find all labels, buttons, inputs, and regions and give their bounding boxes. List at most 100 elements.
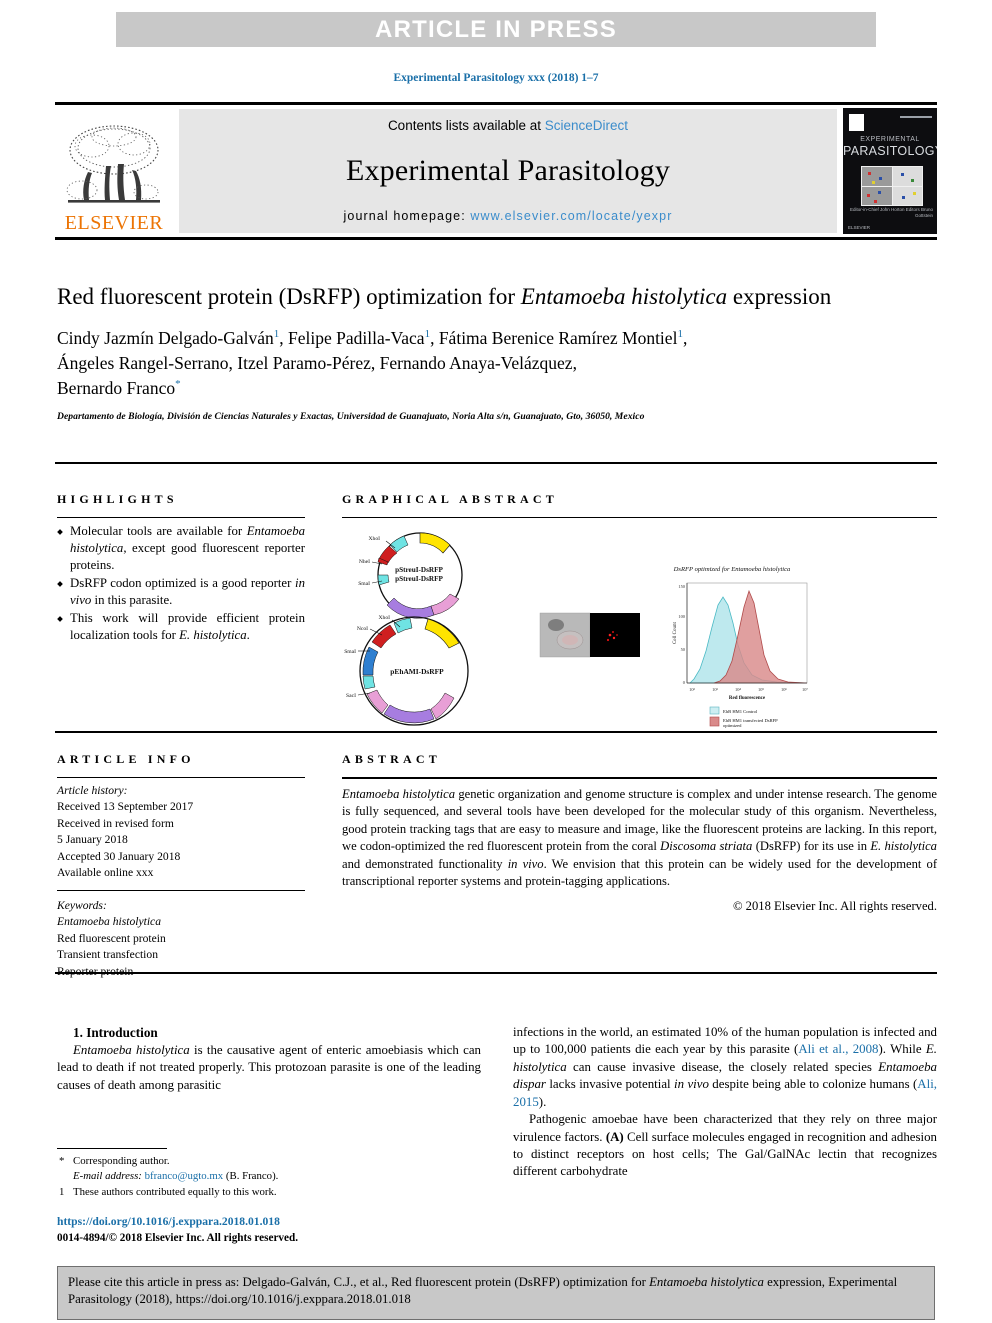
highlights-section: HIGHLIGHTS	[57, 492, 305, 507]
keyword-1: Entamoeba histolytica	[57, 915, 162, 929]
intro-paragraph-left: Entamoeba histolytica is the causative a…	[57, 1042, 481, 1094]
article-info-inner-rule	[57, 889, 305, 891]
author-3: Fátima Berenice Ramírez Montiel	[438, 328, 678, 349]
divider-below-abstract	[55, 972, 937, 974]
right-p1-b: ). While	[878, 1042, 926, 1057]
author-1-mark: 1	[273, 328, 280, 341]
cover-art-cell	[862, 167, 892, 186]
cover-title-line1: EXPERIMENTAL	[860, 136, 920, 143]
chart-ylabel: Cell Count	[673, 621, 678, 643]
abstract-text: Entamoeba histolytica genetic organizati…	[342, 786, 937, 890]
chart-title: DsRFP optimized for Entamoeba histolytic…	[673, 566, 791, 573]
list-item: DsRFP codon optimized is a good reporter…	[57, 575, 305, 609]
svg-text:10²: 10²	[689, 687, 695, 692]
abstract-invivo: in vivo	[507, 856, 544, 871]
right-p1-c: can cause invasive disease, the closely …	[566, 1059, 879, 1074]
abstract-heading-rule	[342, 777, 937, 779]
cite-pre: Please cite this article in press as: De…	[68, 1275, 650, 1289]
highlights-list-wrap: Molecular tools are available for Entamo…	[57, 523, 305, 645]
footnotes-block: * Corresponding author. E-mail address: b…	[57, 1148, 481, 1247]
intro-species: Entamoeba histolytica	[73, 1042, 190, 1057]
cite-this-article-box: Please cite this article in press as: De…	[57, 1266, 935, 1320]
footnote-star-mark: *	[59, 1155, 65, 1167]
author-2-mark: 1	[424, 328, 431, 341]
cover-elsevier-mark-icon	[849, 114, 864, 131]
section-heading-introduction: 1. Introduction	[73, 1025, 158, 1040]
highlight-1-pre: Molecular tools are available for	[70, 524, 247, 538]
issn-copyright: 0014-4894/© 2018 Elsevier Inc. All right…	[57, 1232, 298, 1245]
abstract-species-2: Discosoma striata	[660, 839, 753, 854]
right-p1-it3: in vivo	[674, 1077, 709, 1092]
abstract-seg4: (DsRFP) for its use in	[752, 839, 871, 854]
plasmid-top-name-2: pStreuI-DsRFP	[395, 575, 443, 583]
abstract-heading: ABSTRACT	[342, 752, 441, 766]
keyword-2: Red fluorescent protein	[57, 931, 166, 945]
right-p1-e: despite being able to colonize humans (	[708, 1077, 918, 1092]
chart-xticks: 10² 10³ 10⁴ 10⁵ 10⁶ 10⁷	[689, 687, 808, 692]
keyword-3: Transient transfection	[57, 948, 158, 962]
homepage-label: journal homepage:	[343, 209, 471, 223]
highlight-3-post: .	[246, 628, 250, 643]
highlights-list: Molecular tools are available for Entamo…	[57, 523, 305, 644]
footnote-equal-contrib: 1 These authors contributed equally to th…	[57, 1185, 481, 1200]
footnote-corresponding: * Corresponding author.	[57, 1154, 481, 1169]
abstract-species-3: E. histolytica	[870, 839, 937, 854]
cover-art-cell	[892, 186, 922, 205]
elsevier-tree-icon	[66, 125, 160, 203]
svg-text:10⁶: 10⁶	[781, 687, 787, 692]
email-label: E-mail address:	[73, 1170, 142, 1183]
email-link[interactable]: bfranco@ugto.mx	[145, 1170, 224, 1182]
doi-link[interactable]: https://doi.org/10.1016/j.exppara.2018.0…	[57, 1214, 481, 1230]
citation-ali-2008[interactable]: Ali et al., 2008	[798, 1042, 878, 1056]
article-info-body: Article history: Received 13 September 2…	[57, 783, 305, 980]
svg-text:10⁷: 10⁷	[802, 687, 808, 692]
site-label: NcoI	[357, 626, 368, 632]
list-item: Molecular tools are available for Entamo…	[57, 523, 305, 574]
article-in-press-banner: ARTICLE IN PRESS	[116, 12, 876, 47]
plasmid-bottom-name: pEhAMI-DsRFP	[390, 667, 444, 676]
contents-available-line: Contents lists available at ScienceDirec…	[388, 118, 628, 133]
journal-cover-thumbnail: EXPERIMENTAL PARASITOLOGY Editor-in-Chie…	[843, 108, 937, 234]
cite-species: Entamoeba histolytica	[649, 1275, 764, 1289]
graphical-abstract-figure: pStreuI-DsRFP pStreuI-DsRFP XhoI NheI Sm…	[342, 523, 937, 728]
graphical-abstract-heading: GRAPHICAL ABSTRACT	[342, 492, 558, 506]
keywords-block: Keywords: Entamoeba histolytica Red fluo…	[57, 898, 305, 980]
article-info-heading: ARTICLE INFO	[57, 752, 195, 766]
right-p1-d: lacks invasive potential	[545, 1077, 675, 1092]
abstract-copyright: © 2018 Elsevier Inc. All rights reserved…	[732, 899, 937, 914]
chart-xlabel: Red fluorescence	[729, 696, 766, 701]
article-info-heading-rule	[57, 777, 305, 778]
cover-artwork	[861, 166, 923, 206]
divider-below-graphical-abstract	[55, 731, 937, 733]
svg-text:100: 100	[678, 614, 685, 619]
sciencedirect-link[interactable]: ScienceDirect	[545, 118, 628, 133]
list-item: This work will provide efficient protein…	[57, 610, 305, 644]
site-label: SacI	[346, 693, 356, 699]
graphical-abstract-section: GRAPHICAL ABSTRACT	[342, 492, 937, 507]
body-column-left: 1. Introduction Entamoeba histolytica is…	[57, 1024, 481, 1094]
highlight-2-post: in this parasite.	[91, 593, 173, 608]
abstract-body: Entamoeba histolytica genetic organizati…	[342, 786, 937, 914]
article-history: Article history: Received 13 September 2…	[57, 783, 305, 882]
site-label: NheI	[359, 559, 370, 565]
title-species: Entamoeba histolytica	[520, 284, 728, 309]
svg-text:0: 0	[683, 680, 686, 685]
footnote-email-row: E-mail address: bfranco@ugto.mx (B. Fran…	[57, 1169, 481, 1184]
highlights-heading-rule	[57, 517, 305, 518]
homepage-url-link[interactable]: www.elsevier.com/locate/yexpr	[470, 209, 672, 223]
abstract-section: ABSTRACT	[342, 752, 937, 767]
legend-swatch-transfected	[709, 716, 720, 727]
history-received: Received 13 September 2017	[57, 800, 194, 814]
svg-text:50: 50	[681, 647, 686, 652]
abstract-seg6: and demonstrated functionality	[342, 856, 508, 871]
journal-homepage-line: journal homepage: www.elsevier.com/locat…	[344, 209, 673, 223]
flow-cytometry-chart: DsRFP optimized for Entamoeba histolytic…	[673, 566, 809, 728]
site-label: SmaI	[344, 649, 356, 655]
history-available: Available online xxx	[57, 866, 154, 880]
title-part1: Red fluorescent protein (DsRFP) optimiza…	[57, 284, 521, 309]
history-accepted: Accepted 30 January 2018	[57, 849, 181, 863]
author-1: Cindy Jazmín Delgado-Galván	[57, 328, 274, 349]
elsevier-wordmark: ELSEVIER	[64, 212, 164, 234]
svg-text:10⁵: 10⁵	[758, 687, 764, 692]
plasmid-map-bottom: pEhAMI-DsRFP XhoI NcoI SmaI SacI	[344, 615, 469, 726]
